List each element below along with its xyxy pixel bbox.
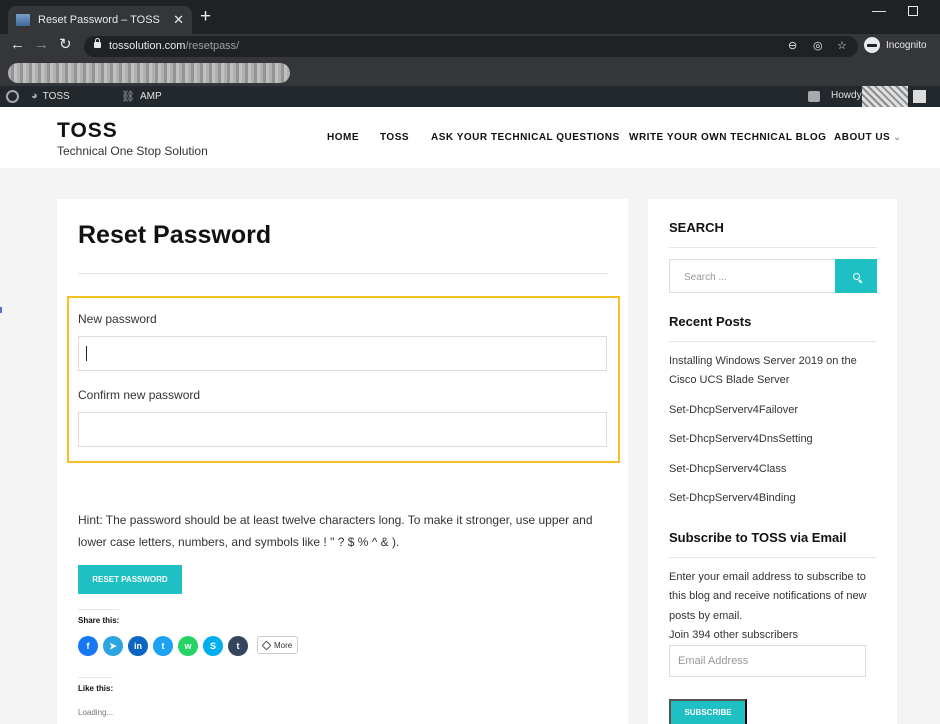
admin-amp-label: AMP <box>139 91 162 102</box>
divider <box>669 341 877 342</box>
recent-post-link[interactable]: Set-DhcpServerv4Binding <box>669 489 869 508</box>
nav-about-us[interactable]: ABOUT US ⌄ <box>834 132 901 143</box>
search-input[interactable]: Search ... <box>669 259 836 293</box>
subscribe-widget-title: Subscribe to TOSS via Email <box>669 530 847 545</box>
email-field[interactable]: Email Address <box>669 645 866 677</box>
nav-ask-questions[interactable]: ASK YOUR TECHNICAL QUESTIONS <box>431 132 620 143</box>
nav-about-us-label: ABOUT US <box>834 132 891 143</box>
reload-icon[interactable]: ↻ <box>59 35 72 53</box>
page-title: Reset Password <box>78 221 272 249</box>
edge-marker <box>0 307 2 313</box>
skype-icon[interactable]: S <box>203 636 223 656</box>
divider <box>78 273 608 274</box>
subscribe-description: Enter your email address to subscribe to… <box>669 568 879 645</box>
share-label: Share this: <box>78 609 120 625</box>
search-widget-title: SEARCH <box>669 220 724 235</box>
eye-blocked-icon[interactable]: ◎ <box>813 39 823 52</box>
bookmark-star-icon[interactable]: ☆ <box>837 39 847 52</box>
confirm-password-field[interactable] <box>78 412 607 447</box>
text-caret <box>86 346 87 361</box>
subscribe-button[interactable]: SUBSCRIBE <box>669 699 747 724</box>
admin-site-label: TOSS <box>42 90 70 102</box>
url-domain: tossolution.com <box>109 40 186 52</box>
site-favicon-icon <box>16 14 30 26</box>
recent-post-link[interactable]: Set-DhcpServerv4Failover <box>669 401 869 420</box>
wordpress-logo-icon[interactable] <box>6 90 19 103</box>
incognito-icon <box>864 37 880 53</box>
comments-icon[interactable] <box>808 91 820 102</box>
redacted-username <box>862 86 908 107</box>
tab-title: Reset Password – TOSS <box>38 14 160 26</box>
recent-post-link[interactable]: Installing Windows Server 2019 on the Ci… <box>669 352 869 390</box>
nav-toss[interactable]: TOSS <box>380 132 409 143</box>
twitter-icon[interactable]: t <box>153 636 173 656</box>
new-tab-icon[interactable]: + <box>200 7 211 27</box>
url-path: /resetpass/ <box>185 40 240 52</box>
site-tagline: Technical One Stop Solution <box>57 144 208 158</box>
dashboard-icon: ◕ <box>31 90 38 102</box>
share-buttons: f ➤ in t w S t More <box>78 636 299 656</box>
address-bar[interactable]: tossolution.com/resetpass/ ⊖ ◎ ☆ <box>84 36 858 57</box>
search-button[interactable] <box>835 259 877 293</box>
lock-icon <box>94 38 101 48</box>
new-password-label: New password <box>78 312 157 326</box>
subscriber-count: Join 394 other subscribers <box>669 628 799 641</box>
telegram-icon[interactable]: ➤ <box>103 636 123 656</box>
divider <box>669 247 877 248</box>
recent-post-link[interactable]: Set-DhcpServerv4DnsSetting <box>669 430 869 449</box>
admin-amp-link[interactable]: ⛓ AMP <box>121 90 162 103</box>
forward-arrow-icon[interactable]: → <box>34 36 49 53</box>
linkedin-icon[interactable]: in <box>128 636 148 656</box>
minimize-window-icon[interactable]: — <box>872 2 886 18</box>
back-arrow-icon[interactable]: ← <box>10 36 25 53</box>
password-hint: Hint: The password should be at least tw… <box>78 513 593 549</box>
howdy-label[interactable]: Howdy, <box>831 90 864 101</box>
tumblr-icon[interactable]: t <box>228 636 248 656</box>
site-title[interactable]: TOSS <box>57 119 118 143</box>
reset-password-button[interactable]: RESET PASSWORD <box>78 565 182 594</box>
like-label: Like this: <box>78 677 114 693</box>
bookmarks-bar <box>0 58 940 86</box>
subscribe-text: Enter your email address to subscribe to… <box>669 571 867 622</box>
browser-tab-bar: Reset Password – TOSS ✕ + — <box>0 0 940 34</box>
incognito-label: Incognito <box>886 39 927 51</box>
wp-admin-bar: ◕ TOSS ⛓ AMP Howdy, <box>0 86 940 107</box>
close-tab-icon[interactable]: ✕ <box>173 12 184 28</box>
whatsapp-icon[interactable]: w <box>178 636 198 656</box>
divider <box>669 557 877 558</box>
main-content: Reset Password New password Confirm new … <box>57 199 628 724</box>
maximize-window-icon[interactable] <box>908 6 918 16</box>
likes-loading: Loading... <box>78 708 114 717</box>
chevron-down-icon: ⌄ <box>893 132 902 142</box>
more-label: More <box>274 640 293 650</box>
more-share-button[interactable]: More <box>257 636 299 654</box>
confirm-password-label: Confirm new password <box>78 388 201 402</box>
user-avatar[interactable] <box>913 90 926 103</box>
nav-write-blog[interactable]: WRITE YOUR OWN TECHNICAL BLOG <box>629 132 826 143</box>
admin-site-link[interactable]: ◕ TOSS <box>31 90 70 102</box>
share-more-icon <box>261 640 272 650</box>
facebook-icon[interactable]: f <box>78 636 98 656</box>
zoom-icon[interactable]: ⊖ <box>788 39 797 52</box>
redacted-bookmarks <box>8 63 290 83</box>
recent-posts-title: Recent Posts <box>669 314 752 329</box>
browser-toolbar: ← → ↻ tossolution.com/resetpass/ ⊖ ◎ ☆ I… <box>0 34 940 58</box>
nav-home[interactable]: HOME <box>327 132 359 143</box>
url-text[interactable]: tossolution.com/resetpass/ <box>109 40 239 52</box>
incognito-indicator[interactable]: Incognito <box>864 37 927 53</box>
link-icon: ⛓ <box>121 91 135 103</box>
site-header: TOSS Technical One Stop Solution HOME TO… <box>0 107 940 168</box>
recent-post-link[interactable]: Set-DhcpServerv4Class <box>669 460 869 479</box>
search-icon <box>852 272 860 280</box>
sidebar: SEARCH Search ... Recent Posts Installin… <box>648 199 897 724</box>
new-password-field[interactable] <box>78 336 607 371</box>
browser-tab[interactable]: Reset Password – TOSS ✕ <box>8 6 192 34</box>
